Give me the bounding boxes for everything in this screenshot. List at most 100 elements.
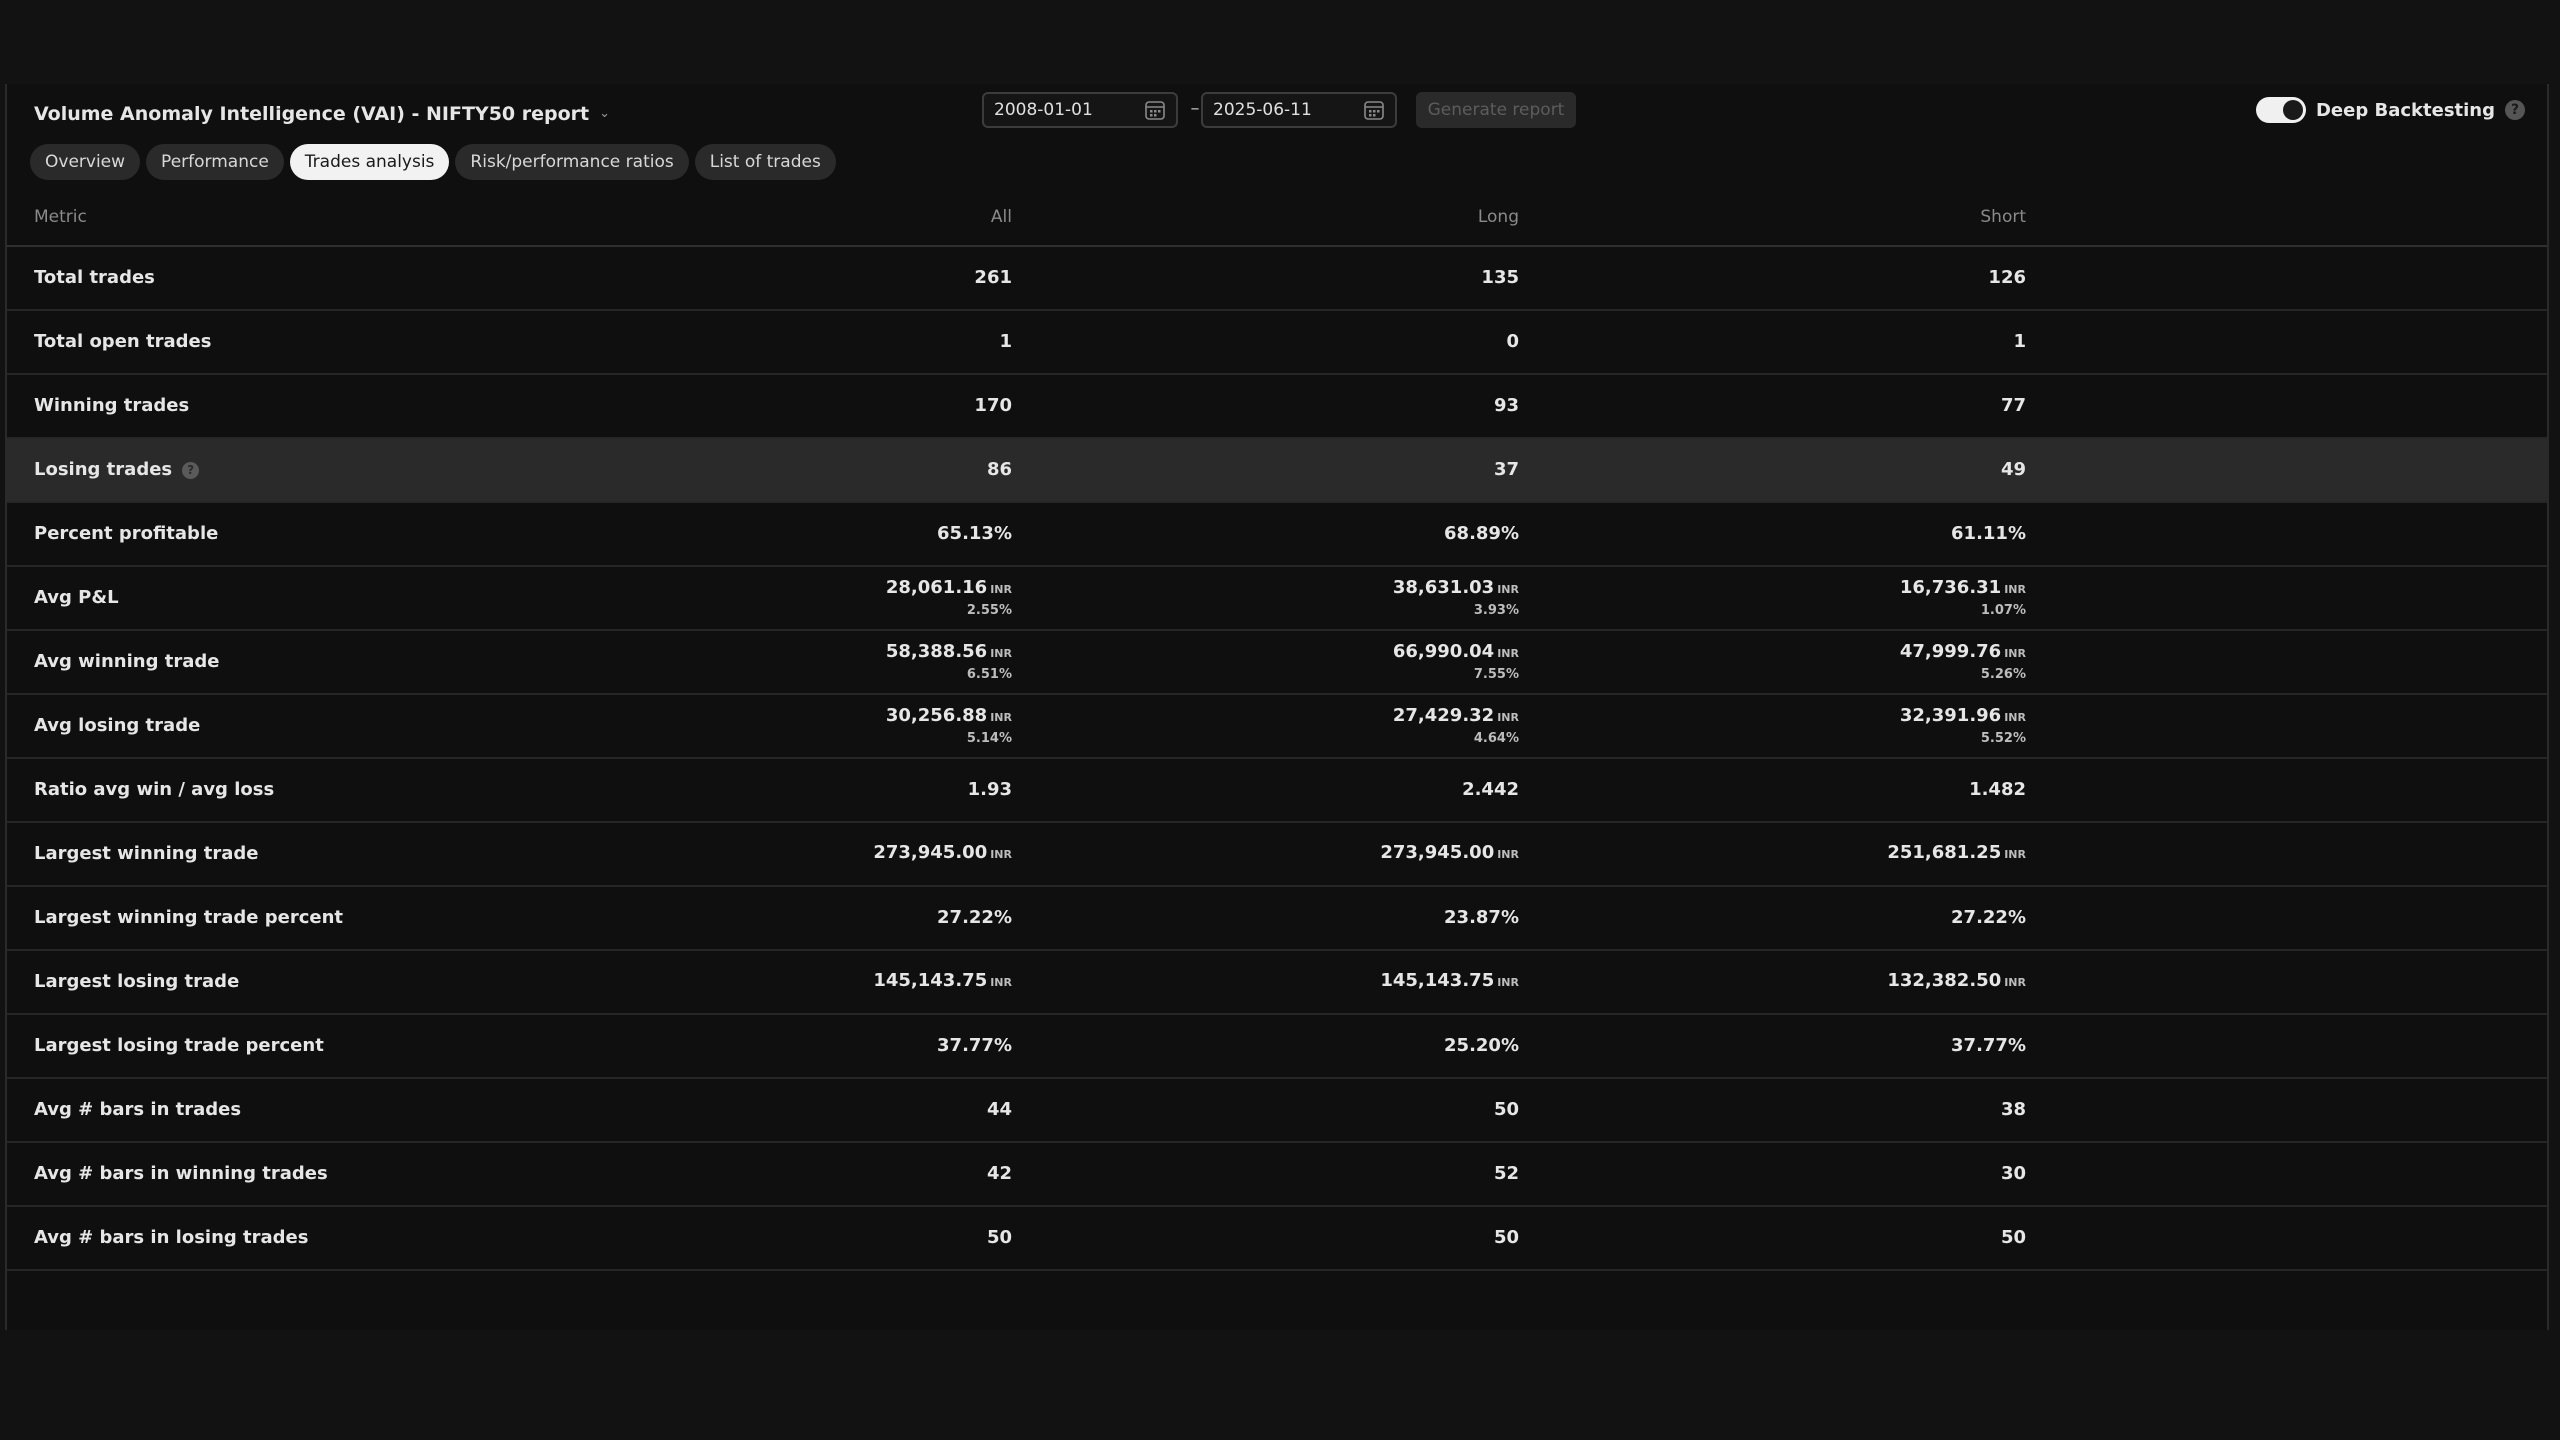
value-cell-all: 145,143.75 INR (712, 951, 1012, 1013)
percent-subvalue: 5.26% (1980, 667, 2026, 682)
value-cell-short: 132,382.50 INR (1726, 951, 2026, 1013)
value-cell-long: 50 (1219, 1207, 1519, 1269)
value-line: 170 (974, 394, 1012, 418)
value-cell-all: 1 (712, 311, 1012, 373)
generate-report-button[interactable]: Generate report (1416, 92, 1576, 128)
metric-label: Avg losing trade (34, 715, 201, 736)
value-line: 30,256.88 INR (886, 704, 1012, 730)
table-body: Total trades 261 135 126 Total open trades 1 0… (7, 247, 2547, 1271)
value-line: 1 (2013, 330, 2026, 354)
value-text: 68.89% (1444, 523, 1519, 544)
metric-label: Largest winning trade percent (34, 907, 343, 928)
table-row: Largest losing trade percent 37.77% 25.20%… (7, 1015, 2547, 1079)
info-icon[interactable]: ? (182, 461, 200, 479)
value-cell-short: 38 (1726, 1079, 2026, 1141)
report-tabs: Overview Performance Trades analysis Risk/p… (30, 144, 836, 180)
value-cell-all: 1.93 (712, 759, 1012, 821)
value-line: 93 (1494, 394, 1519, 418)
value-cell-all: 30,256.88 INR 5.14% (712, 695, 1012, 757)
metric-label: Avg # bars in losing trades (34, 1227, 309, 1248)
value-cell-long: 27,429.32 INR 4.64% (1219, 695, 1519, 757)
table-row: Largest losing trade 145,143.75 INR 145,143… (7, 951, 2547, 1015)
date-to-input[interactable]: 2025-06-11 (1201, 92, 1397, 128)
deep-backtesting-toggle[interactable] (2255, 97, 2306, 123)
currency-unit: INR (2004, 583, 2026, 596)
calendar-icon[interactable] (1144, 99, 1166, 121)
value-line: 27,429.32 INR (1393, 704, 1519, 730)
deep-backtesting-label: Deep Backtesting (2315, 99, 2495, 121)
value-text: 42 (986, 1163, 1012, 1184)
value-text: 37.77% (937, 1035, 1012, 1056)
metric-cell: Avg losing trade (34, 695, 200, 757)
table-row: Avg # bars in trades 44 50 38 (7, 1079, 2547, 1143)
column-header-all[interactable]: All (712, 207, 1012, 227)
value-text: 1.482 (1969, 779, 2026, 800)
deep-backtesting-control: Deep Backtesting ? (2255, 95, 2525, 125)
metric-label: Largest losing trade (34, 971, 240, 992)
metric-label: Avg winning trade (34, 651, 220, 672)
value-line: 1.482 (1969, 778, 2026, 802)
currency-unit: INR (1497, 583, 1519, 596)
currency-unit: INR (2004, 647, 2026, 660)
value-line: 65.13% (937, 522, 1012, 546)
value-text: 2.442 (1462, 779, 1519, 800)
tab-trades-analysis[interactable]: Trades analysis (289, 144, 450, 180)
value-line: 42 (987, 1162, 1012, 1186)
value-line: 261 (974, 266, 1012, 290)
calendar-icon[interactable] (1363, 99, 1385, 121)
value-cell-all: 273,945.00 INR (712, 823, 1012, 885)
value-line: 50 (1494, 1098, 1519, 1122)
column-header-long[interactable]: Long (1219, 207, 1519, 227)
value-text: 50 (986, 1227, 1012, 1248)
table-row: Avg # bars in losing trades 50 50 50 (7, 1207, 2547, 1271)
tab-overview[interactable]: Overview (30, 144, 141, 180)
value-text: 49 (2000, 459, 2026, 480)
table-row: Losing trades? 86 37 49 (7, 439, 2547, 503)
currency-unit: INR (2004, 711, 2026, 724)
value-text: 251,681.25 (1887, 842, 2002, 863)
tab-risk-performance-ratios[interactable]: Risk/performance ratios (455, 144, 689, 180)
value-line: 38 (2001, 1098, 2026, 1122)
value-text: 30,256.88 (885, 705, 988, 726)
value-line: 145,143.75 INR (1380, 969, 1519, 995)
metric-label: Total trades (34, 267, 155, 288)
metric-cell: Winning trades (34, 375, 189, 437)
value-line: 32,391.96 INR (1900, 704, 2026, 730)
value-cell-short: 50 (1726, 1207, 2026, 1269)
value-cell-short: 251,681.25 INR (1726, 823, 2026, 885)
help-icon[interactable]: ? (2505, 100, 2525, 120)
currency-unit: INR (1497, 976, 1519, 989)
tab-performance[interactable]: Performance (146, 144, 284, 180)
column-header-metric[interactable]: Metric (34, 207, 87, 227)
value-line: 27.22% (937, 906, 1012, 930)
date-from-input[interactable]: 2008-01-01 (982, 92, 1178, 128)
value-line: 68.89% (1444, 522, 1519, 546)
value-text: 32,391.96 (1899, 705, 2002, 726)
table-row: Winning trades 170 93 77 (7, 375, 2547, 439)
value-text: 37 (1493, 459, 1519, 480)
value-cell-long: 38,631.03 INR 3.93% (1219, 567, 1519, 629)
value-text: 38 (2000, 1099, 2026, 1120)
percent-subvalue: 3.93% (1473, 603, 1519, 618)
value-text: 273,945.00 (873, 842, 988, 863)
value-cell-all: 65.13% (712, 503, 1012, 565)
table-header: Metric All Long Short (7, 189, 2547, 247)
value-text: 66,990.04 (1392, 641, 1495, 662)
value-cell-long: 2.442 (1219, 759, 1519, 821)
table-row: Percent profitable 65.13% 68.89% 61.11% (7, 503, 2547, 567)
metric-cell: Losing trades? (34, 439, 200, 501)
value-cell-long: 93 (1219, 375, 1519, 437)
value-cell-short: 47,999.76 INR 5.26% (1726, 631, 2026, 693)
column-header-short[interactable]: Short (1726, 207, 2026, 227)
value-text: 50 (1493, 1099, 1519, 1120)
value-cell-long: 50 (1219, 1079, 1519, 1141)
currency-unit: INR (990, 647, 1012, 660)
value-text: 86 (986, 459, 1012, 480)
value-cell-long: 135 (1219, 247, 1519, 309)
tab-list-of-trades[interactable]: List of trades (694, 144, 836, 180)
value-line: 38,631.03 INR (1393, 576, 1519, 602)
date-from-value: 2008-01-01 (994, 100, 1093, 120)
report-title-dropdown[interactable]: Volume Anomaly Intelligence (VAI) - NIFT… (34, 96, 610, 132)
currency-unit: INR (1497, 711, 1519, 724)
percent-subvalue: 6.51% (966, 667, 1012, 682)
